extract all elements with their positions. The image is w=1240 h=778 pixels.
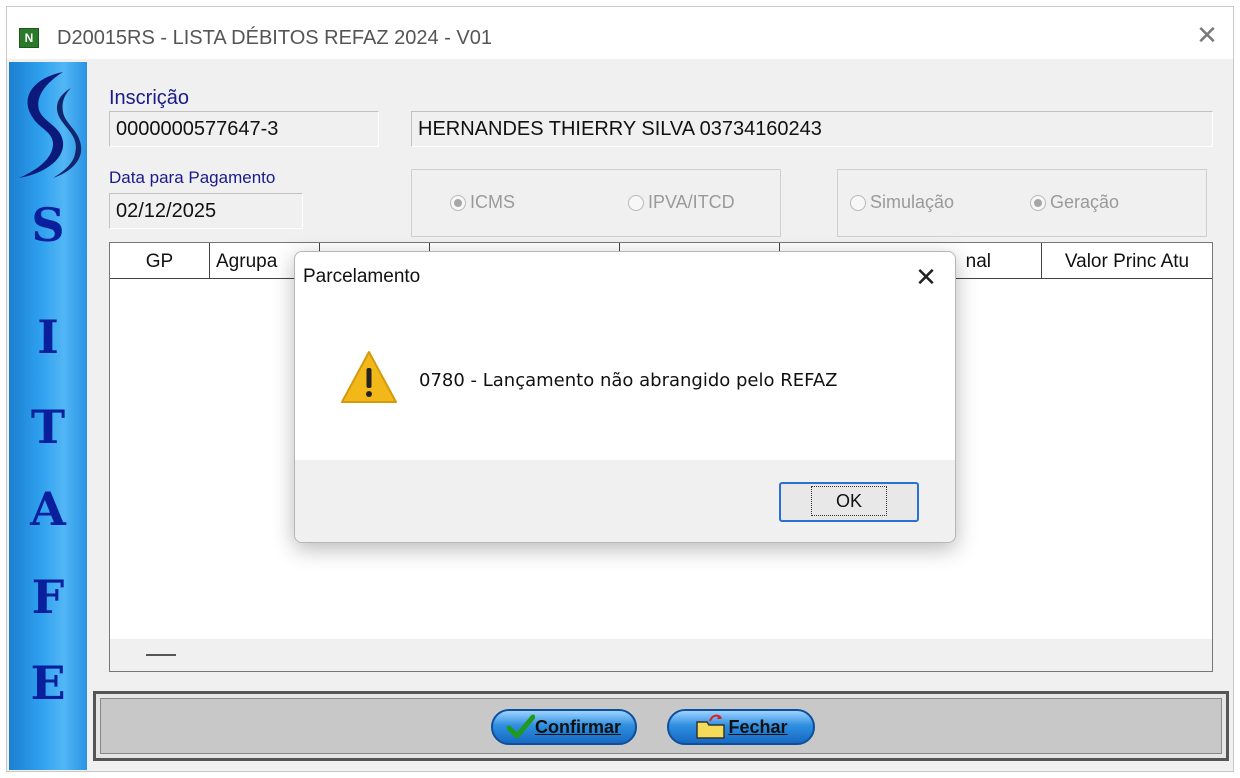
sidebar-letter-i: I (37, 310, 59, 364)
inscricao-field[interactable]: 0000000577647-3 (109, 111, 379, 147)
app-icon: N (19, 28, 39, 48)
dialog-footer: OK (295, 460, 955, 542)
column-header-gp[interactable]: GP (110, 243, 210, 279)
radio-simulacao[interactable]: Simulação (850, 192, 954, 213)
dialog-title: Parcelamento (303, 266, 421, 287)
sidebar-letter-s: S (31, 198, 65, 252)
sidebar-letter-t: T (30, 400, 66, 454)
radio-dot-icms (450, 194, 466, 211)
close-button-label: Fechar (728, 716, 788, 737)
sidebar-letter-f: F (31, 570, 65, 624)
tax-type-group: ICMS IPVA/ITCD (411, 169, 781, 237)
inscricao-label: Inscrição (109, 87, 190, 109)
radio-simulacao-label: Simulação (870, 192, 955, 212)
sidebar-letter-a: A (30, 482, 66, 536)
title-bar: N D20015RS - LISTA DÉBITOS REFAZ 2024 - … (7, 7, 1233, 59)
grid-footer-handle[interactable] (146, 654, 176, 656)
mode-group: Simulação Geração (837, 169, 1207, 237)
window-close-button[interactable]: ✕ (1191, 21, 1223, 49)
contributor-name-field[interactable]: HERNANDES THIERRY SILVA 03734160243 (411, 111, 1213, 147)
column-header-valor-princ-atu[interactable]: Valor Princ Atu (1042, 243, 1212, 279)
radio-dot-geracao (1030, 194, 1046, 211)
window-title: D20015RS - LISTA DÉBITOS REFAZ 2024 - V0… (57, 27, 493, 49)
radio-dot-simulacao (850, 194, 866, 211)
parcelamento-dialog: Parcelamento ✕ 0780 - Lançamento não abr… (294, 251, 956, 543)
data-pagamento-label: Data para Pagamento (109, 168, 276, 187)
sitafe-logo-icon (19, 72, 82, 178)
confirm-button[interactable]: Confirmar (491, 709, 637, 745)
close-button[interactable]: Fechar (667, 709, 815, 745)
sidebar-letter-e: E (30, 656, 66, 710)
check-icon (506, 714, 535, 739)
bottom-toolbar-panel: Confirmar Fechar (100, 698, 1222, 754)
data-pagamento-field[interactable]: 02/12/2025 (109, 193, 303, 229)
radio-dot-ipva-itcd (628, 194, 644, 211)
dialog-message: 0780 - Lançamento não abrangido pelo REF… (419, 370, 838, 391)
radio-geracao-label: Geração (1050, 192, 1120, 212)
radio-ipva-itcd[interactable]: IPVA/ITCD (628, 192, 735, 213)
bottom-toolbar: Confirmar Fechar (93, 691, 1229, 761)
dialog-close-button[interactable]: ✕ (909, 260, 943, 294)
confirm-button-label: Confirmar (534, 716, 621, 737)
folder-icon (696, 714, 726, 739)
warning-icon (341, 351, 397, 403)
sitafe-sidebar: S I T A F E (9, 62, 87, 770)
radio-ipva-itcd-label: IPVA/ITCD (648, 192, 735, 212)
radio-geracao[interactable]: Geração (1030, 192, 1119, 213)
radio-icms[interactable]: ICMS (450, 192, 515, 213)
ok-button-label: OK (810, 486, 888, 516)
ok-button[interactable]: OK (779, 482, 919, 522)
radio-icms-label: ICMS (470, 192, 515, 212)
grid-footer (110, 639, 1212, 671)
